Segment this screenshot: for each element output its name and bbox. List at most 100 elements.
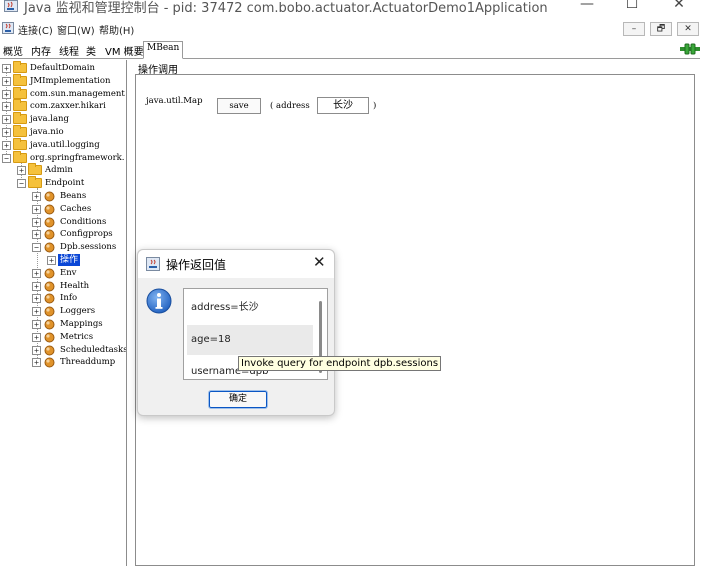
- ok-button[interactable]: 确定: [208, 390, 268, 409]
- tree-node-label: JMImplementation: [30, 75, 111, 86]
- expand-toggle-icon[interactable]: +: [2, 76, 11, 86]
- tree-node-label: Loggers: [60, 306, 96, 317]
- mbean-icon: [44, 357, 55, 368]
- folder-icon: [13, 112, 27, 125]
- close-button[interactable]: ✕: [656, 0, 702, 14]
- expand-toggle-icon[interactable]: +: [32, 217, 41, 227]
- maximize-button[interactable]: ☐: [609, 0, 655, 14]
- tree-node-label: com.zaxxer.hikari: [30, 101, 106, 112]
- tab-threads[interactable]: 线程: [59, 43, 79, 58]
- tree-node-label: java.util.logging: [30, 139, 100, 150]
- tree-node-label: Admin: [45, 165, 73, 176]
- dialog-close-button[interactable]: ✕: [313, 253, 326, 271]
- mbean-icon: [44, 242, 55, 253]
- tree-node-label: java.lang: [30, 114, 69, 125]
- folder-icon: [28, 176, 42, 189]
- collapse-toggle-icon[interactable]: −: [2, 153, 11, 163]
- expand-toggle-icon[interactable]: +: [32, 204, 41, 214]
- tab-memory[interactable]: 内存: [31, 43, 51, 58]
- mbean-icon: [44, 332, 55, 343]
- info-icon: [146, 288, 172, 314]
- tab-vm-summary[interactable]: VM 概要: [105, 43, 144, 58]
- mbean-icon: [44, 281, 55, 292]
- tree-node-label: Dpb.sessions: [60, 242, 117, 253]
- folder-icon: [13, 61, 27, 73]
- mdi-minimize-button[interactable]: –: [623, 22, 645, 36]
- folder-icon: [28, 163, 42, 176]
- save-button[interactable]: save: [217, 98, 261, 114]
- tab-overview[interactable]: 概览: [3, 43, 23, 58]
- expand-toggle-icon[interactable]: +: [2, 89, 11, 99]
- collapse-toggle-icon[interactable]: −: [32, 243, 41, 253]
- param-name-label: ( address: [270, 101, 310, 111]
- mbean-tree[interactable]: + DefaultDomain + JMImplementation + com.sun.…: [0, 60, 127, 566]
- java-app-icon: [4, 0, 18, 12]
- expand-toggle-icon[interactable]: +: [32, 192, 41, 201]
- result-row-address: address=长沙: [191, 302, 259, 313]
- expand-toggle-icon[interactable]: +: [32, 320, 41, 329]
- tree-node-label: org.springframework.: [30, 152, 125, 163]
- tree-node-label: 操作: [58, 254, 81, 266]
- return-type-label: java.util.Map: [146, 96, 203, 106]
- mdi-restore-button[interactable]: 🗗: [650, 22, 672, 36]
- mbean-icon: [44, 229, 55, 240]
- tree-node-label: Mappings: [60, 319, 103, 329]
- tree-node-label: java.nio: [30, 127, 64, 137]
- tree-node-label: Metrics: [60, 331, 94, 342]
- expand-toggle-icon[interactable]: +: [32, 345, 41, 355]
- expand-toggle-icon[interactable]: +: [17, 166, 26, 176]
- expand-toggle-icon[interactable]: +: [32, 294, 41, 304]
- mbean-icon: [44, 191, 55, 202]
- mdi-close-button[interactable]: ✕: [677, 22, 699, 36]
- expand-toggle-icon[interactable]: +: [32, 358, 41, 368]
- mbean-icon: [44, 345, 55, 356]
- param-close-paren: ): [373, 101, 377, 111]
- mbean-icon: [44, 217, 55, 228]
- menu-window[interactable]: 窗口(W): [57, 22, 95, 37]
- tree-node-label: Caches: [60, 203, 92, 214]
- result-row-age: age=18: [187, 325, 313, 355]
- dialog-title-bar: 操作返回值 ✕: [138, 250, 334, 278]
- tab-mbean[interactable]: MBean: [143, 41, 184, 59]
- folder-icon: [13, 125, 27, 137]
- java-app-icon: [146, 257, 160, 271]
- window-title-bar: Java 监视和管理控制台 - pid: 37472 com.bobo.actu…: [0, 0, 727, 18]
- expand-toggle-icon[interactable]: +: [32, 230, 41, 240]
- menu-help[interactable]: 帮助(H): [99, 22, 134, 37]
- tree-node-label: Configprops: [60, 229, 113, 240]
- address-param-input[interactable]: 长沙: [317, 97, 369, 114]
- connection-status-icon: [680, 43, 700, 55]
- java-app-icon: [2, 22, 14, 34]
- expand-toggle-icon[interactable]: +: [2, 128, 11, 137]
- mbean-icon: [44, 204, 55, 215]
- operation-tooltip: Invoke query for endpoint dpb.sessions: [238, 356, 442, 371]
- expand-toggle-icon[interactable]: +: [47, 256, 56, 265]
- menu-connection[interactable]: 连接(C): [18, 22, 53, 37]
- mbean-icon: [44, 268, 55, 279]
- expand-toggle-icon[interactable]: +: [2, 102, 11, 112]
- expand-toggle-icon[interactable]: +: [32, 332, 41, 342]
- collapse-toggle-icon[interactable]: −: [17, 179, 26, 189]
- expand-toggle-icon[interactable]: +: [2, 64, 11, 73]
- tree-node-label: Env: [60, 267, 77, 278]
- mbean-icon: [44, 319, 55, 330]
- mbean-icon: [44, 293, 55, 304]
- expand-toggle-icon[interactable]: +: [2, 140, 11, 150]
- tree-node-label: Beans: [60, 191, 87, 201]
- tree-node-label: Scheduledtasks: [60, 344, 127, 355]
- tab-bar: 概览 内存 线程 类 VM 概要 MBean: [0, 40, 700, 59]
- expand-toggle-icon[interactable]: +: [32, 268, 41, 278]
- expand-toggle-icon[interactable]: +: [32, 281, 41, 291]
- mbean-icon: [44, 306, 55, 317]
- tab-classes[interactable]: 类: [86, 43, 96, 58]
- minimize-button[interactable]: —: [564, 0, 610, 14]
- expand-toggle-icon[interactable]: +: [32, 307, 41, 317]
- menu-bar: 连接(C) 窗口(W) 帮助(H) – 🗗 ✕: [0, 19, 727, 39]
- return-value-dialog: 操作返回值 ✕ address=长沙 age=18 username=dpb 确…: [137, 249, 335, 416]
- folder-icon: [13, 150, 27, 163]
- tree-node-label: Conditions: [60, 216, 107, 227]
- folder-icon: [13, 73, 27, 86]
- expand-toggle-icon[interactable]: +: [2, 115, 11, 125]
- tree-node-label: DefaultDomain: [30, 63, 95, 73]
- folder-icon: [13, 99, 27, 112]
